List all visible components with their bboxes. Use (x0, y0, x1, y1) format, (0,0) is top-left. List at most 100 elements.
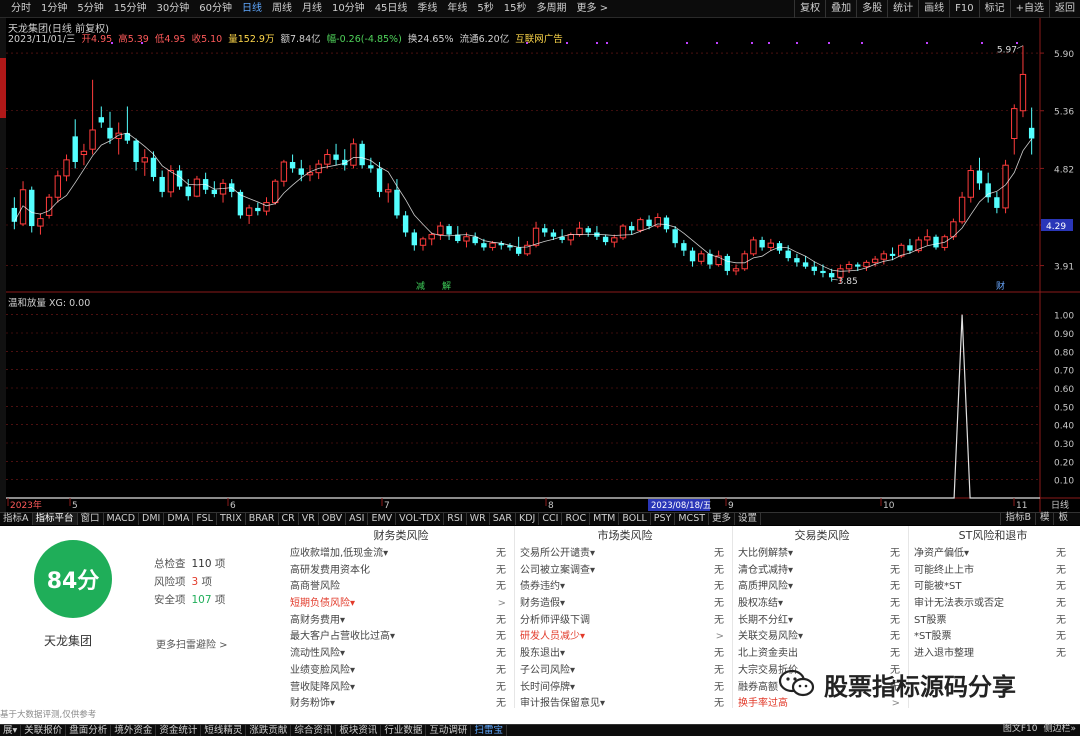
toolbar-button[interactable]: 画线 (918, 0, 949, 18)
bottom-tab[interactable]: 盘面分析 (66, 725, 112, 736)
bottom-tab[interactable]: 行业数据 (381, 725, 427, 736)
quote-tag[interactable]: 互联网广告 (515, 34, 563, 45)
risk-item[interactable]: 可能终止上市 无 (910, 563, 1076, 580)
indicator-tab-right[interactable]: 模 (1034, 512, 1054, 525)
period-tab[interactable]: 15分钟 (109, 0, 152, 18)
period-tab[interactable]: 45日线 (370, 0, 413, 18)
risk-item[interactable]: 股东退出▾ 无 (516, 646, 734, 663)
toolbar-button[interactable]: 叠加 (825, 0, 856, 18)
bottom-tab[interactable]: 境外资金 (111, 725, 157, 736)
indicator-tab[interactable]: OBV (319, 513, 347, 525)
indicator-tab[interactable]: 更多 (709, 513, 736, 525)
indicator-tab[interactable]: MCST (675, 513, 710, 525)
risk-item[interactable]: 应收款增加,低现金流▾ 无 (286, 546, 516, 563)
bottom-tab[interactable]: 互动调研 (426, 725, 472, 736)
risk-item[interactable]: 研发人员减少▾ > (516, 629, 734, 646)
indicator-tab-right[interactable]: 板 (1053, 512, 1072, 525)
indicator-tab[interactable]: EMV (368, 513, 397, 525)
toolbar-button[interactable]: 统计 (887, 0, 918, 18)
risk-item[interactable]: 审计报告保留意见▾ 无 (516, 696, 734, 713)
period-tab[interactable]: 分时 (6, 0, 36, 18)
indicator-tab[interactable]: 指标平台 (32, 513, 78, 525)
indicator-tab[interactable]: PSY (651, 513, 676, 525)
period-tab[interactable]: 30分钟 (151, 0, 194, 18)
risk-item[interactable]: 债券违约▾ 无 (516, 579, 734, 596)
toolbar-button[interactable]: +自选 (1009, 0, 1049, 18)
indicator-tab[interactable]: ROC (562, 513, 591, 525)
period-tab[interactable]: 日线 (237, 0, 267, 18)
indicator-tab[interactable]: WR (467, 513, 490, 525)
risk-item[interactable]: 大比例解禁▾ 无 (734, 546, 910, 563)
indicator-tab[interactable]: BRAR (246, 513, 279, 525)
indicator-tab[interactable]: MACD (104, 513, 140, 525)
risk-item[interactable]: 审计无法表示或否定 无 (910, 596, 1076, 613)
toolbar-button[interactable]: F10 (949, 0, 978, 18)
bottom-tab[interactable]: 涨跌贡献 (246, 725, 292, 736)
indicator-tab[interactable]: 窗口 (78, 513, 104, 525)
bottom-right-link[interactable]: 图文F10 (1003, 724, 1038, 736)
risk-item[interactable]: 子公司风险▾ 无 (516, 663, 734, 680)
period-tab[interactable]: 5秒 (472, 0, 498, 18)
period-tab[interactable]: 年线 (442, 0, 472, 18)
risk-item[interactable]: 财务造假▾ 无 (516, 596, 734, 613)
risk-item[interactable]: 最大客户占营收比过高▾ 无 (286, 629, 516, 646)
indicator-tab[interactable]: KDJ (516, 513, 540, 525)
risk-item[interactable]: 公司被立案调查▾ 无 (516, 563, 734, 580)
risk-item[interactable]: 分析师评级下调 无 (516, 613, 734, 630)
risk-item[interactable]: ST股票 无 (910, 613, 1076, 630)
toolbar-button[interactable]: 复权 (794, 0, 825, 18)
risk-item[interactable]: 短期负债风险▾ > (286, 596, 516, 613)
bottom-tab[interactable]: 展▾ (0, 725, 22, 736)
indicator-tab[interactable]: MTM (590, 513, 620, 525)
indicator-tab[interactable]: ASI (346, 513, 369, 525)
period-tab[interactable]: 5分钟 (72, 0, 108, 18)
indicator-tab[interactable]: RSI (444, 513, 467, 525)
chart-area[interactable]: 5.90 5.36 4.82 4.29 3.91 5.97 3.85 减 解 财 1.00 0.90 0… (6, 18, 1080, 518)
indicator-tab[interactable]: DMA (164, 513, 194, 525)
period-tab[interactable]: 1分钟 (36, 0, 72, 18)
bottom-tab[interactable]: 综合资讯 (291, 725, 337, 736)
indicator-tab[interactable]: SAR (490, 513, 517, 525)
risk-item[interactable]: 高商誉风险 无 (286, 579, 516, 596)
risk-item[interactable]: 股权冻结▾ 无 (734, 596, 910, 613)
bottom-tab[interactable]: 扫雷宝 (471, 725, 507, 736)
risk-item[interactable]: *ST股票 无 (910, 629, 1076, 646)
indicator-tab[interactable]: CR (279, 513, 299, 525)
period-tab[interactable]: 季线 (412, 0, 442, 18)
bottom-tab[interactable]: 资金统计 (156, 725, 202, 736)
period-tab[interactable]: 10分钟 (327, 0, 370, 18)
risk-item[interactable]: 业绩变脸风险▾ 无 (286, 663, 516, 680)
risk-item[interactable]: 长时间停牌▾ 无 (516, 680, 734, 697)
risk-item[interactable]: 财务粉饰▾ 无 (286, 696, 516, 713)
toolbar-button[interactable]: 标记 (978, 0, 1010, 18)
risk-item[interactable]: 流动性风险▾ 无 (286, 646, 516, 663)
indicator-tab[interactable]: FSL (193, 513, 217, 525)
bottom-right-link[interactable]: 侧边栏» (1043, 724, 1076, 736)
toolbar-button[interactable]: 返回 (1049, 0, 1080, 18)
indicator-tab[interactable]: VR (299, 513, 319, 525)
indicator-tab[interactable]: 设置 (735, 513, 762, 525)
period-tab[interactable]: 60分钟 (194, 0, 237, 18)
toolbar-button[interactable]: 多股 (856, 0, 887, 18)
period-tab[interactable]: 15秒 (499, 0, 532, 18)
indicator-tab[interactable]: 指标A (0, 513, 33, 525)
risk-item[interactable]: 高质押风险▾ 无 (734, 579, 910, 596)
risk-item[interactable]: 清仓式减持▾ 无 (734, 563, 910, 580)
risk-item[interactable]: 交易所公开谴责▾ 无 (516, 546, 734, 563)
indicator-tab[interactable]: TRIX (217, 513, 246, 525)
period-tab[interactable]: 更多 > (572, 0, 614, 18)
risk-item[interactable]: 净资产偏低▾ 无 (910, 546, 1076, 563)
indicator-tab-right[interactable]: 指标B (1000, 512, 1035, 525)
indicator-tab[interactable]: VOL-TDX (396, 513, 445, 525)
period-tab[interactable]: 周线 (267, 0, 297, 18)
indicator-tab[interactable]: BOLL (619, 513, 651, 525)
risk-item[interactable]: 北上资金卖出 无 (734, 646, 910, 663)
risk-item[interactable]: 长期不分红▾ 无 (734, 613, 910, 630)
indicator-tab[interactable]: DMI (139, 513, 165, 525)
candlestick-chart[interactable]: 5.90 5.36 4.82 4.29 3.91 5.97 3.85 减 解 财 1.00 0.90 0… (6, 18, 1080, 512)
indicator-tab[interactable]: CCI (539, 513, 563, 525)
period-tab[interactable]: 多周期 (532, 0, 572, 18)
bottom-tab[interactable]: 关联报价 (21, 725, 67, 736)
risk-item[interactable]: 关联交易风险▾ 无 (734, 629, 910, 646)
more-scan-link[interactable]: 更多扫雷避险 > (156, 636, 228, 651)
